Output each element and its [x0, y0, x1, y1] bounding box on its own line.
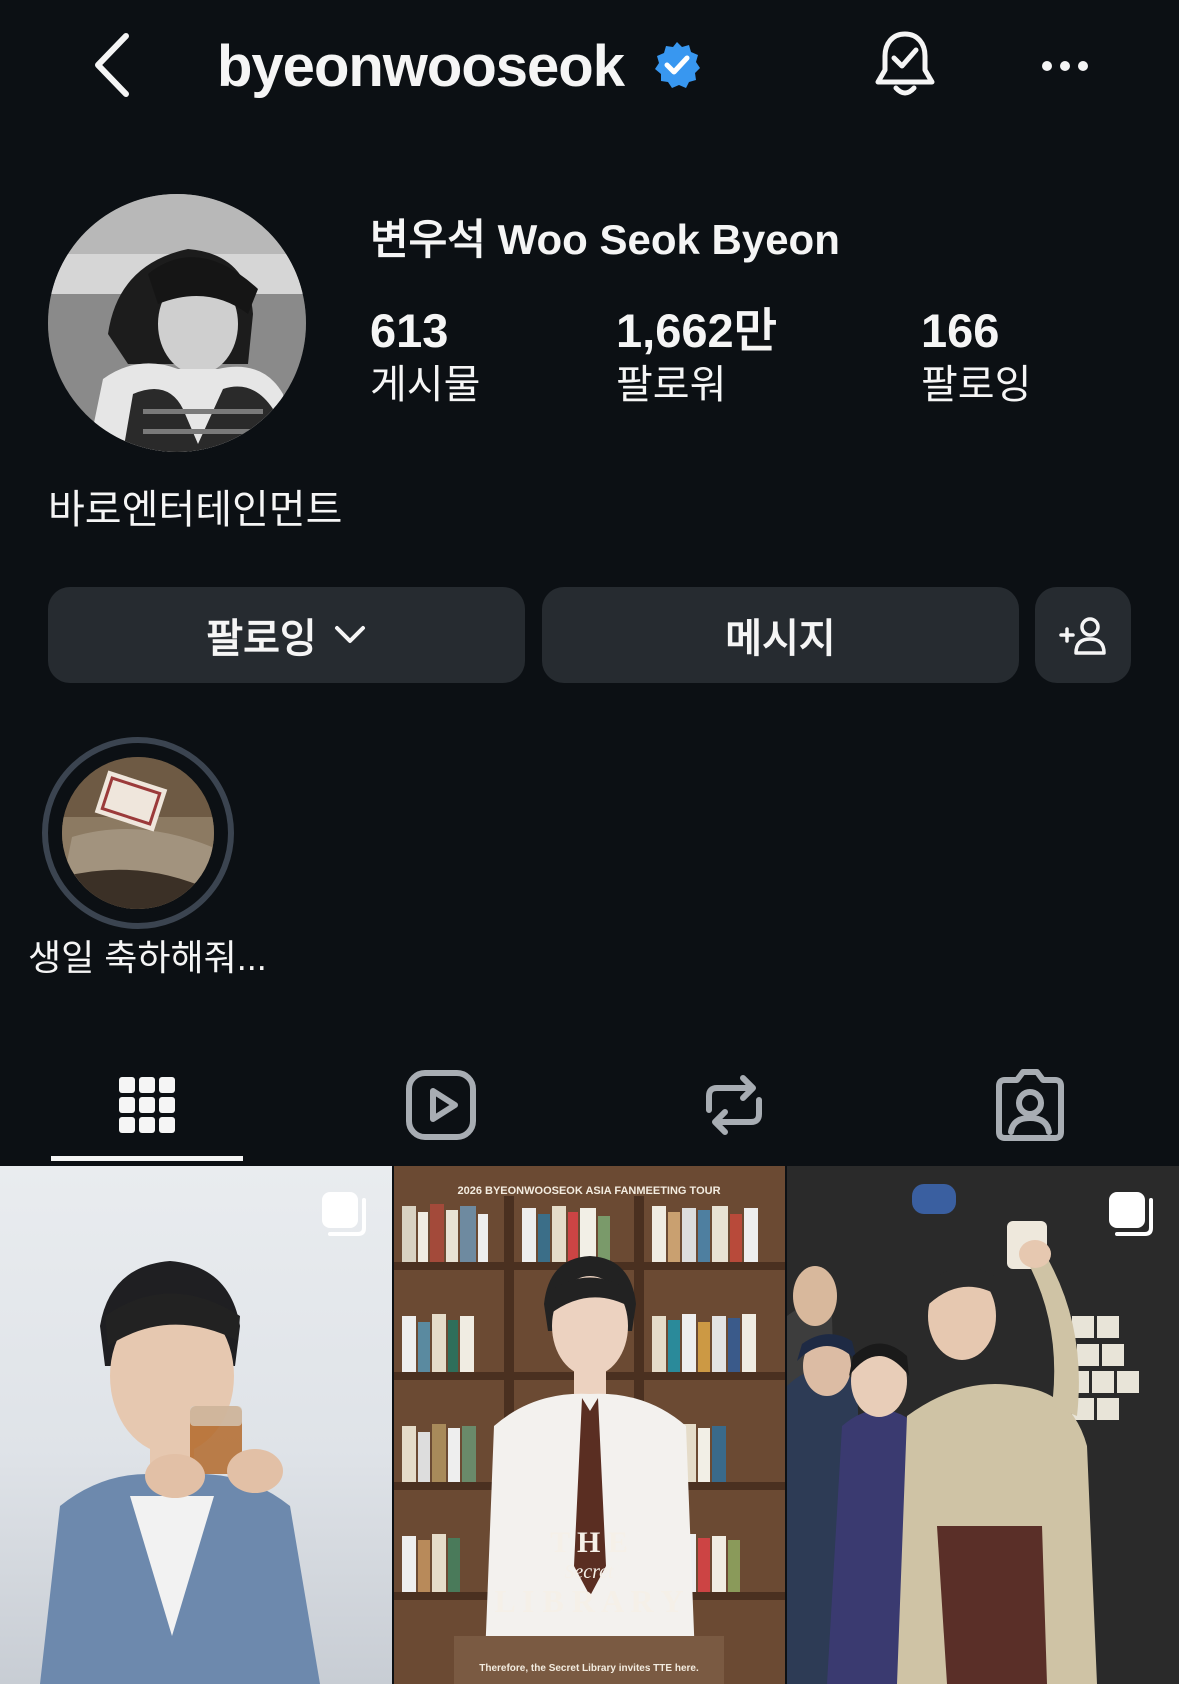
multiple-posts-icon	[322, 1192, 366, 1236]
poster-title-secret: Secret	[564, 1561, 614, 1583]
more-options-icon[interactable]	[1040, 48, 1090, 84]
message-button-label: 메시지	[725, 617, 836, 661]
followers-count-stat[interactable]: 1,662만 팔로워	[616, 303, 777, 411]
stat-number: 1,662만	[616, 304, 777, 357]
post-thumbnail-3[interactable]	[787, 1166, 1179, 1684]
following-count-stat[interactable]: 166 팔로잉	[921, 303, 1031, 411]
chevron-down-icon	[334, 626, 365, 643]
notification-bell-icon[interactable]	[872, 28, 938, 100]
poster-top-text: 2026 BYEONWOOSEOK ASIA FANMEETING TOUR	[457, 1185, 720, 1197]
tagged-icon[interactable]	[985, 1060, 1075, 1150]
stat-label: 팔로워	[616, 363, 727, 407]
post-poster-secret-library: 2026 BYEONWOOSEOK ASIA FANMEETING TOUR T…	[394, 1166, 785, 1684]
post-photo-man-with-glass	[40, 1261, 320, 1684]
stat-label: 팔로잉	[921, 363, 1032, 407]
profile-username: byeonwooseok	[217, 34, 625, 99]
story-highlight-cover[interactable]	[62, 757, 214, 909]
profile-avatar[interactable]	[48, 194, 306, 452]
post-thumbnail-1[interactable]	[0, 1166, 392, 1684]
active-tab-indicator	[51, 1156, 243, 1161]
poster-title-the: T H E	[550, 1526, 628, 1559]
post-photo-group-selfie	[787, 1166, 1179, 1684]
stat-number: 613	[370, 304, 449, 357]
verified-badge-icon	[655, 42, 700, 88]
profile-bio: 바로엔터테인먼트	[48, 488, 343, 532]
post-thumbnail-2[interactable]: 2026 BYEONWOOSEOK ASIA FANMEETING TOUR T…	[394, 1166, 785, 1684]
reels-icon[interactable]	[396, 1060, 486, 1150]
posts-count-stat: 613 게시물	[370, 303, 480, 411]
story-highlight-label: 생일 축하해줘...	[28, 937, 267, 978]
following-button-label: 팔로잉	[206, 617, 317, 661]
multiple-posts-icon	[1109, 1192, 1153, 1236]
back-arrow-icon[interactable]	[88, 30, 138, 100]
following-button[interactable]: 팔로잉	[48, 587, 525, 683]
profile-full-name: 변우석 Woo Seok Byeon	[370, 216, 840, 263]
add-person-icon	[1059, 617, 1106, 655]
poster-bottom-text: Therefore, the Secret Library invites TT…	[479, 1663, 699, 1674]
stat-number: 166	[921, 304, 1000, 357]
reposts-icon[interactable]	[689, 1060, 779, 1150]
add-person-button[interactable]	[1035, 587, 1131, 683]
grid-icon[interactable]	[102, 1060, 192, 1150]
message-button[interactable]: 메시지	[542, 587, 1019, 683]
stat-label: 게시물	[370, 363, 481, 407]
poster-title-library: L I B R A R Y	[494, 1583, 683, 1619]
